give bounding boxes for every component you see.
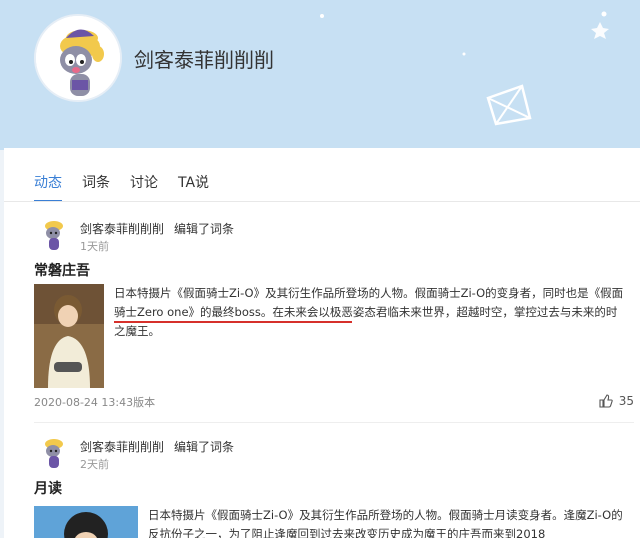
desc-part-a: 日本特摄片《假面骑士Zi-O》及其衍生作品所登场的人物。假面骑士月读变身者。 xyxy=(148,508,564,522)
feed-item: 剑客泰菲削削削 编辑了词条 1天前 常磐庄吾 日本特摄片《假面骑士Zi-O》及其衍… xyxy=(34,218,634,428)
version-time[interactable]: 2020-08-24 13:43版本 xyxy=(34,394,155,410)
entry-description: 日本特摄片《假面骑士Zi-O》及其衍生作品所登场的人物。假面骑士月读变身者。逢魔… xyxy=(148,506,628,538)
tab-bar: 动态 词条 讨论 TA说 xyxy=(34,172,209,202)
user-avatar-icon[interactable] xyxy=(40,436,68,470)
like-count: 35 xyxy=(618,394,634,408)
desc-part-a: 日本特摄片《假面骑士Zi-O》及其衍生作品所登场的人物。假面骑士Zi-O的变身者… xyxy=(114,286,589,300)
feed-time: 2天前 xyxy=(80,458,109,471)
entry-thumbnail[interactable] xyxy=(34,506,138,538)
tab-discussion[interactable]: 讨论 xyxy=(130,172,158,202)
person-photo-icon xyxy=(34,284,104,388)
feed-item-header: 剑客泰菲削削削 编辑了词条 2天前 xyxy=(34,436,634,472)
feed-item: 剑客泰菲削削削 编辑了词条 2天前 月读 日本特摄片《假面骑士Zi-O》及其衍生作… xyxy=(34,436,634,538)
entry-description: 日本特摄片《假面骑士Zi-O》及其衍生作品所登场的人物。假面骑士Zi-O的变身者… xyxy=(114,284,624,341)
feed-action: 编辑了词条 xyxy=(174,222,235,236)
feed-username[interactable]: 剑客泰菲削削削 xyxy=(80,440,164,454)
profile-avatar[interactable] xyxy=(34,14,122,102)
tab-activity[interactable]: 动态 xyxy=(34,172,62,202)
tab-entries[interactable]: 词条 xyxy=(82,172,110,202)
tab-divider xyxy=(4,201,640,202)
person-photo-icon xyxy=(34,506,138,538)
feed-username[interactable]: 剑客泰菲削削削 xyxy=(80,222,164,236)
feed-item-header: 剑客泰菲削削削 编辑了词条 1天前 xyxy=(34,218,634,254)
tab-ta-says[interactable]: TA说 xyxy=(178,172,209,202)
feed-user-line: 剑客泰菲削削削 编辑了词条 xyxy=(80,438,234,455)
entry-thumbnail[interactable] xyxy=(34,284,104,388)
thumbs-up-icon xyxy=(599,394,613,408)
highlight-underline xyxy=(114,321,352,323)
feed-action: 编辑了词条 xyxy=(174,440,235,454)
main-card: 动态 词条 讨论 TA说 剑客泰菲削削削 编辑了词条 1天前 常磐庄吾 日本特摄… xyxy=(4,148,640,538)
feed-user-line: 剑客泰菲削削削 编辑了词条 xyxy=(80,220,234,237)
profile-name: 剑客泰菲削削削 xyxy=(134,48,274,72)
user-avatar-icon[interactable] xyxy=(40,218,68,252)
mouse-avatar-icon xyxy=(36,16,120,100)
feed-separator xyxy=(34,422,634,423)
entry-title[interactable]: 常磐庄吾 xyxy=(34,260,90,280)
like-button[interactable]: 35 xyxy=(599,394,634,408)
feed-time: 1天前 xyxy=(80,240,109,253)
entry-title[interactable]: 月读 xyxy=(34,478,62,498)
